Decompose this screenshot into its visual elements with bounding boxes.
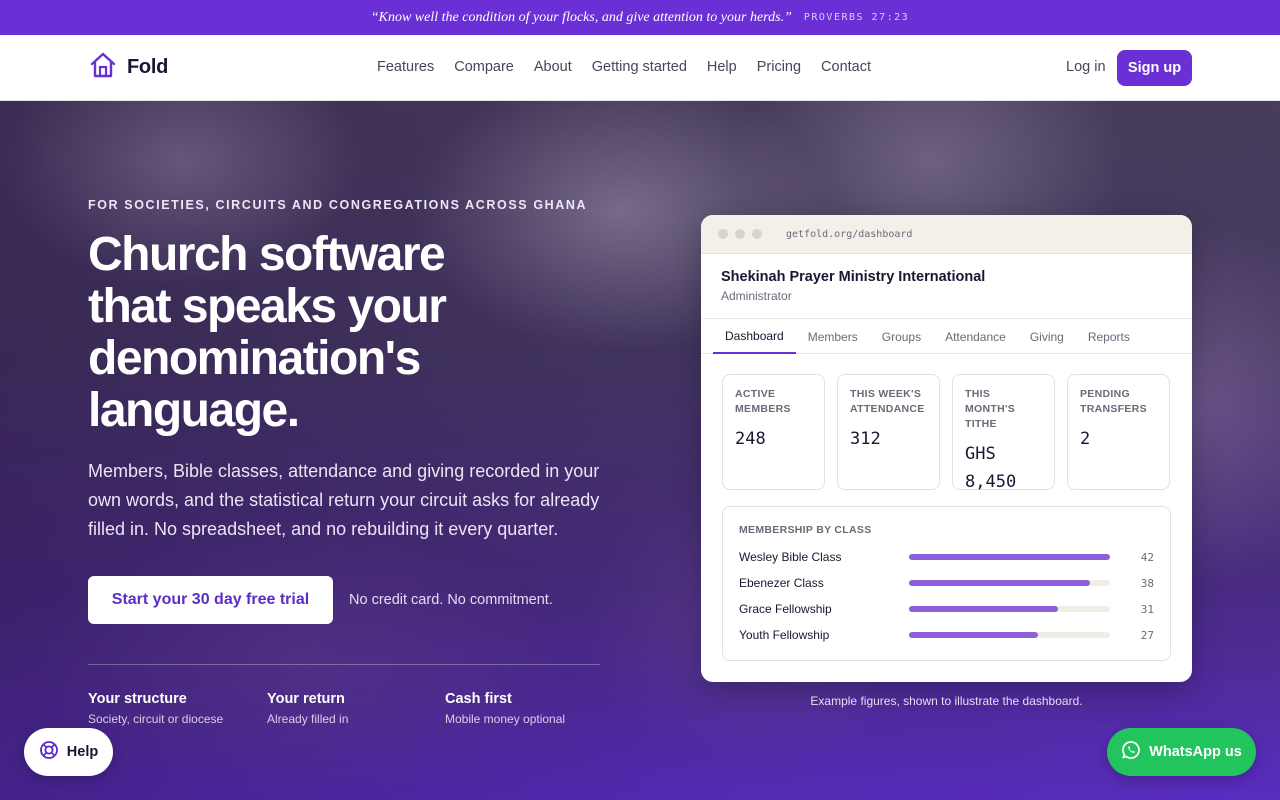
org-role: Administrator	[721, 289, 792, 303]
class-count: 31	[1140, 602, 1154, 616]
feature-subtitle: Already filled in	[267, 712, 349, 726]
window-dot	[752, 229, 762, 239]
tab-dashboard[interactable]: Dashboard	[713, 319, 796, 354]
class-bar-track	[909, 606, 1111, 612]
hero-headline: Church software that speaks your denomin…	[88, 228, 447, 437]
nav-compare[interactable]: Compare	[454, 59, 514, 75]
banner-reference: PROVERBS 27:23	[803, 12, 910, 23]
nav-getting-started[interactable]: Getting started	[592, 59, 687, 75]
stat-card-active-members: ACTIVE MEMBERS 248	[722, 374, 825, 490]
dashboard-tabs: Dashboard Members Groups Attendance Givi…	[701, 319, 1192, 354]
feature-title: Your return	[267, 691, 345, 707]
stat-card-attendance: THIS WEEK'S ATTENDANCE 312	[837, 374, 940, 490]
window-dot	[735, 229, 745, 239]
hero-subtext: Members, Bible classes, attendance and g…	[88, 461, 600, 539]
start-trial-button[interactable]: Start your 30 day free trial	[88, 576, 333, 624]
help-button[interactable]: Help	[24, 728, 113, 776]
dashboard-note: Example figures, shown to illustrate the…	[810, 694, 1083, 708]
banner-quote: “Know well the condition of your flocks,…	[370, 9, 792, 25]
hero-section: FOR SOCIETIES, CIRCUITS AND CONGREGATION…	[0, 101, 1280, 800]
org-name: Shekinah Prayer Ministry International	[721, 269, 986, 285]
class-row: Wesley Bible Class 42	[739, 544, 1154, 570]
nav-features[interactable]: Features	[377, 59, 434, 75]
feature-return: Your return Already filled in	[267, 691, 348, 726]
help-label: Help	[66, 744, 99, 760]
stat-label: THIS WEEK'S ATTENDANCE	[850, 388, 925, 415]
logo[interactable]: Fold	[89, 51, 168, 84]
membership-by-class: MEMBERSHIP BY CLASS Wesley Bible Class 4…	[722, 506, 1171, 661]
cta-note: No credit card. No commitment.	[349, 592, 553, 608]
class-name: Ebenezer Class	[739, 576, 824, 590]
stat-value: 248	[735, 429, 766, 449]
feature-subtitle: Society, circuit or diocese	[88, 712, 224, 726]
class-bar-fill	[909, 606, 1059, 612]
class-row: Youth Fellowship 27	[739, 622, 1154, 648]
whatsapp-icon	[1121, 740, 1141, 764]
class-count: 42	[1140, 550, 1154, 564]
tab-members[interactable]: Members	[796, 319, 870, 354]
feature-title: Cash first	[445, 691, 512, 707]
stat-value: GHS 8,450	[965, 444, 1017, 492]
signup-button[interactable]: Sign up	[1117, 50, 1192, 86]
class-count: 27	[1140, 628, 1154, 642]
class-bar-fill	[909, 632, 1039, 638]
stat-card-pending-transfers: PENDING TRANSFERS 2	[1067, 374, 1170, 490]
class-name: Youth Fellowship	[739, 628, 830, 642]
class-bar-fill	[909, 580, 1091, 586]
stat-card-tithe: THIS MONTH'S TITHE GHS 8,450	[952, 374, 1055, 492]
whatsapp-label: WhatsApp us	[1149, 744, 1242, 760]
browser-bar: getfold.org/dashboard	[701, 215, 1192, 254]
browser-url: getfold.org/dashboard	[786, 228, 913, 240]
class-bar-track	[909, 554, 1111, 560]
house-icon	[89, 51, 117, 84]
hero-eyebrow: FOR SOCIETIES, CIRCUITS AND CONGREGATION…	[88, 198, 588, 212]
feature-title: Your structure	[88, 691, 187, 707]
class-bar-track	[909, 632, 1111, 638]
class-row: Ebenezer Class 38	[739, 570, 1154, 596]
class-name: Grace Fellowship	[739, 602, 832, 616]
window-dot	[718, 229, 728, 239]
org-header: Shekinah Prayer Ministry International A…	[701, 254, 1192, 319]
nav-help[interactable]: Help	[707, 59, 737, 75]
stat-label: PENDING TRANSFERS	[1080, 388, 1147, 415]
class-name: Wesley Bible Class	[739, 550, 842, 564]
classes-title: MEMBERSHIP BY CLASS	[739, 524, 872, 536]
lifebuoy-icon	[39, 740, 59, 764]
stat-label: THIS MONTH'S TITHE	[965, 388, 1016, 430]
tab-reports[interactable]: Reports	[1076, 319, 1142, 354]
feature-cash-first: Cash first Mobile money optional	[445, 691, 565, 726]
nav-contact[interactable]: Contact	[821, 59, 871, 75]
logo-text: Fold	[127, 56, 169, 78]
nav-pricing[interactable]: Pricing	[757, 59, 801, 75]
nav-about[interactable]: About	[534, 59, 572, 75]
hero-divider	[88, 664, 600, 665]
top-banner: “Know well the condition of your flocks,…	[0, 0, 1280, 35]
tab-groups[interactable]: Groups	[870, 319, 933, 354]
class-bar-track	[909, 580, 1111, 586]
feature-structure: Your structure Society, circuit or dioce…	[88, 691, 223, 726]
class-bar-fill	[909, 554, 1111, 560]
stat-label: ACTIVE MEMBERS	[735, 388, 791, 415]
class-row: Grace Fellowship 31	[739, 596, 1154, 622]
main-nav: Features Compare About Getting started H…	[377, 59, 871, 75]
whatsapp-button[interactable]: WhatsApp us	[1107, 728, 1256, 776]
stat-value: 312	[850, 429, 881, 449]
feature-subtitle: Mobile money optional	[445, 712, 566, 726]
tab-attendance[interactable]: Attendance	[933, 319, 1018, 354]
site-header: Fold Features Compare About Getting star…	[0, 35, 1280, 101]
login-link[interactable]: Log in	[1066, 59, 1106, 75]
stat-cards: ACTIVE MEMBERS 248 THIS WEEK'S ATTENDANC…	[701, 354, 1192, 492]
class-list: Wesley Bible Class 42 Ebenezer Class 38 …	[739, 544, 1154, 648]
class-count: 38	[1140, 576, 1154, 590]
dashboard-preview: getfold.org/dashboard Shekinah Prayer Mi…	[701, 215, 1192, 682]
stat-value: 2	[1080, 429, 1091, 449]
tab-giving[interactable]: Giving	[1018, 319, 1076, 354]
